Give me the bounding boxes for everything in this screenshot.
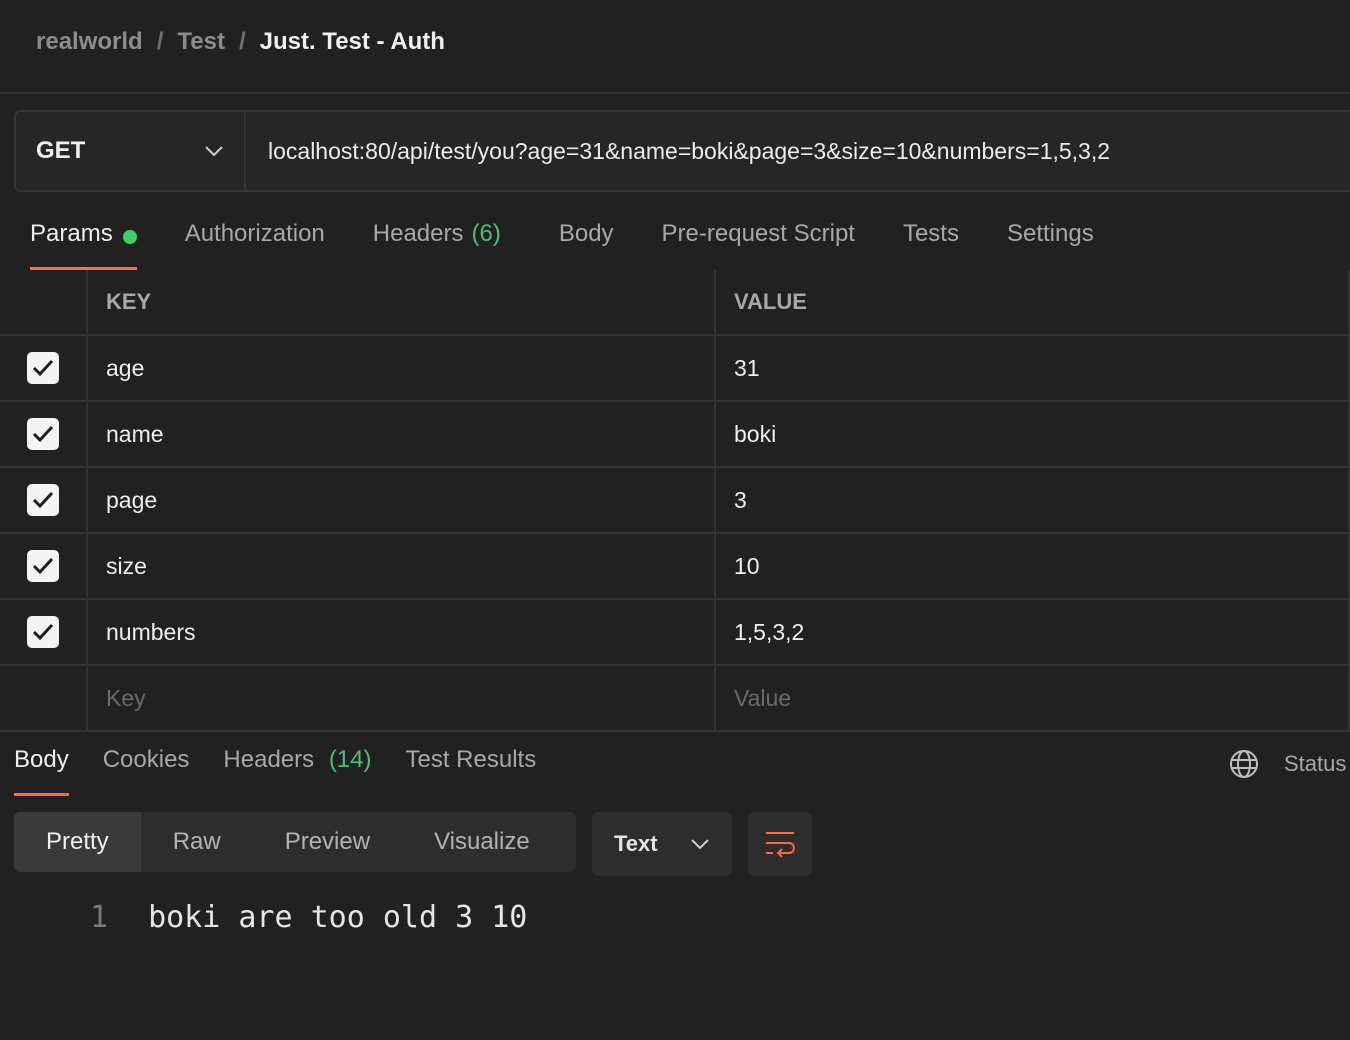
checkmark-icon bbox=[32, 623, 54, 641]
response-body: 1 boki are too old 3 10 bbox=[90, 900, 527, 935]
breadcrumb-collection[interactable]: Test bbox=[177, 28, 225, 56]
breadcrumb-workspace[interactable]: realworld bbox=[36, 28, 143, 56]
tab-settings-label: Settings bbox=[1006, 220, 1094, 247]
breadcrumb-separator: / bbox=[156, 28, 164, 55]
status-dot-icon bbox=[122, 230, 137, 244]
tab-params[interactable]: Params bbox=[30, 220, 137, 270]
param-rows: age 31 name boki page 3 size 10 numbers 1,5,3,2 bbox=[0, 336, 1350, 666]
tab-headers[interactable]: Headers (6) bbox=[373, 220, 501, 270]
new-value-input[interactable]: Value bbox=[716, 666, 1350, 730]
checkmark-icon bbox=[32, 359, 54, 377]
status-label: Status bbox=[1284, 751, 1347, 776]
response-tab-body[interactable]: Body bbox=[14, 746, 69, 796]
headers-count: (6) bbox=[471, 220, 501, 247]
response-tab-cookies[interactable]: Cookies bbox=[103, 746, 190, 796]
tab-pre-request-label: Pre-request Script bbox=[661, 220, 855, 247]
param-value[interactable]: 3 bbox=[716, 468, 1350, 532]
param-checkbox[interactable] bbox=[27, 616, 59, 648]
response-tabs: Body Cookies Headers (14) Test Results bbox=[14, 746, 536, 796]
tab-pre-request-script[interactable]: Pre-request Script bbox=[662, 220, 855, 270]
method-label: GET bbox=[36, 137, 86, 164]
param-checkbox[interactable] bbox=[27, 352, 59, 384]
empty-checkbox-cell bbox=[0, 666, 88, 730]
tab-settings[interactable]: Settings bbox=[1007, 220, 1094, 270]
checkmark-icon bbox=[32, 425, 54, 443]
response-tab-headers[interactable]: Headers (14) bbox=[223, 746, 371, 796]
globe-icon[interactable] bbox=[1228, 748, 1260, 780]
tab-body[interactable]: Body bbox=[559, 220, 614, 270]
tab-authorization[interactable]: Authorization bbox=[185, 220, 325, 270]
param-key[interactable]: age bbox=[88, 336, 716, 400]
table-row: page 3 bbox=[0, 468, 1350, 534]
chevron-down-icon bbox=[691, 839, 709, 850]
breadcrumb-separator: / bbox=[238, 28, 246, 55]
response-tab-test-results[interactable]: Test Results bbox=[406, 746, 537, 796]
tab-body-label: Body bbox=[558, 220, 614, 247]
tab-tests[interactable]: Tests bbox=[903, 220, 959, 270]
view-mode-segmented: Pretty Raw Preview Visualize bbox=[14, 812, 576, 872]
param-key[interactable]: page bbox=[88, 468, 716, 532]
param-checkbox[interactable] bbox=[27, 418, 59, 450]
new-key-input[interactable]: Key bbox=[88, 666, 716, 730]
checkmark-icon bbox=[32, 491, 54, 509]
new-param-row: Key Value bbox=[0, 666, 1350, 732]
format-label: Text bbox=[614, 831, 658, 856]
table-header-row: KEY VALUE bbox=[0, 270, 1350, 336]
param-checkbox[interactable] bbox=[27, 484, 59, 516]
header-divider bbox=[0, 92, 1350, 94]
checkbox-cell bbox=[0, 468, 88, 532]
table-row: numbers 1,5,3,2 bbox=[0, 600, 1350, 666]
chevron-down-icon bbox=[205, 146, 223, 157]
wrap-lines-button[interactable] bbox=[748, 812, 812, 876]
checkbox-cell bbox=[0, 402, 88, 466]
checkbox-cell bbox=[0, 600, 88, 664]
method-select[interactable]: GET bbox=[16, 112, 246, 190]
param-checkbox[interactable] bbox=[27, 550, 59, 582]
view-preview-button[interactable]: Preview bbox=[253, 812, 402, 872]
tab-headers-label: Headers bbox=[372, 220, 464, 247]
view-pretty-button[interactable]: Pretty bbox=[14, 812, 141, 872]
url-bar: GET localhost:80/api/test/you?age=31&nam… bbox=[14, 110, 1350, 192]
format-select[interactable]: Text bbox=[592, 812, 732, 876]
view-raw-button[interactable]: Raw bbox=[141, 812, 253, 872]
response-body-text[interactable]: boki are too old 3 10 bbox=[148, 900, 527, 935]
param-key[interactable]: numbers bbox=[88, 600, 716, 664]
param-value[interactable]: boki bbox=[716, 402, 1350, 466]
table-row: age 31 bbox=[0, 336, 1350, 402]
status-area: Status bbox=[1228, 748, 1346, 780]
param-value[interactable]: 31 bbox=[716, 336, 1350, 400]
checkmark-icon bbox=[32, 557, 54, 575]
url-input[interactable]: localhost:80/api/test/you?age=31&name=bo… bbox=[246, 112, 1110, 190]
breadcrumb-request[interactable]: Just. Test - Auth bbox=[260, 28, 445, 56]
response-headers-label: Headers bbox=[223, 746, 315, 773]
value-column-header: VALUE bbox=[716, 270, 1350, 334]
param-key[interactable]: size bbox=[88, 534, 716, 598]
tab-authorization-label: Authorization bbox=[184, 220, 325, 247]
tab-tests-label: Tests bbox=[902, 220, 959, 247]
key-column-header: KEY bbox=[88, 270, 716, 334]
line-number: 1 bbox=[90, 900, 109, 935]
checkbox-cell bbox=[0, 534, 88, 598]
table-row: size 10 bbox=[0, 534, 1350, 600]
table-row: name boki bbox=[0, 402, 1350, 468]
param-value[interactable]: 1,5,3,2 bbox=[716, 600, 1350, 664]
response-headers-count: (14) bbox=[328, 746, 372, 773]
param-key[interactable]: name bbox=[88, 402, 716, 466]
view-visualize-button[interactable]: Visualize bbox=[402, 812, 562, 872]
tab-params-label: Params bbox=[30, 220, 113, 247]
request-tabs: Params Authorization Headers (6) Body Pr… bbox=[30, 220, 1094, 270]
param-value[interactable]: 10 bbox=[716, 534, 1350, 598]
wrap-lines-icon bbox=[766, 832, 795, 858]
breadcrumb: realworld / Test / Just. Test - Auth bbox=[36, 28, 445, 56]
params-table: KEY VALUE age 31 name boki page 3 size 10 number… bbox=[0, 270, 1350, 732]
header-checkbox-cell bbox=[0, 270, 88, 334]
checkbox-cell bbox=[0, 336, 88, 400]
